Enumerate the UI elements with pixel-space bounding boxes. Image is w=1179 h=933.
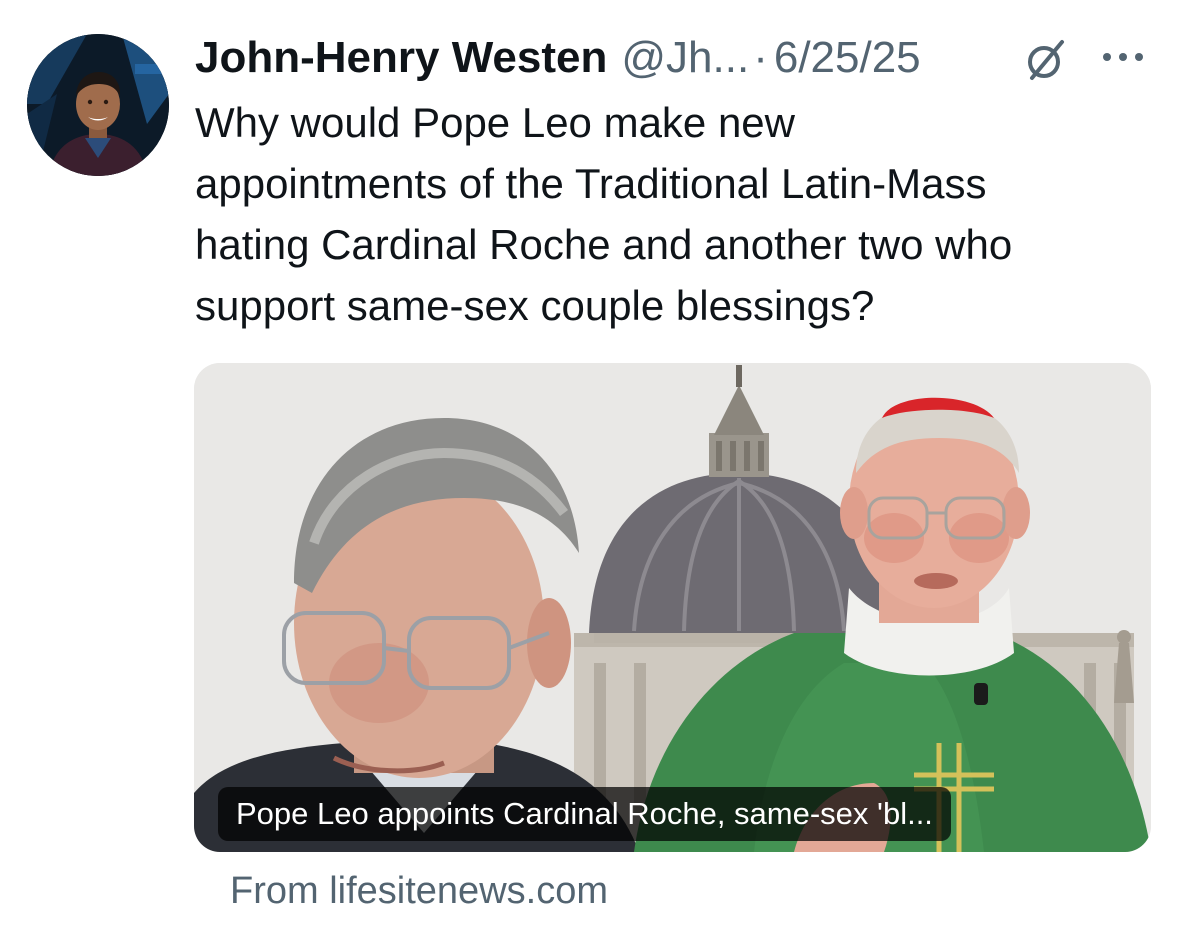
more-icon[interactable] [1100, 47, 1146, 67]
link-card[interactable]: Pope Leo appoints Cardinal Roche, same-s… [194, 363, 1151, 852]
timestamp[interactable]: 6/25/25 [774, 30, 921, 86]
tweet-text: Why would Pope Leo make new appointments… [195, 99, 1013, 329]
display-name[interactable]: John-Henry Westen [195, 30, 607, 86]
link-card-image [194, 363, 1151, 852]
avatar[interactable] [27, 34, 169, 176]
tweet-header: John-Henry Westen @Jh... · 6/25/25 [195, 30, 921, 86]
avatar-image [27, 34, 169, 176]
handle[interactable]: @Jh... [621, 30, 749, 86]
grok-icon[interactable] [1022, 36, 1070, 84]
separator: · [753, 33, 768, 82]
link-card-title[interactable]: Pope Leo appoints Cardinal Roche, same-s… [218, 787, 951, 841]
link-source[interactable]: From lifesitenews.com [230, 866, 608, 916]
tweet[interactable]: John-Henry Westen @Jh... · 6/25/25 Why w… [0, 0, 1179, 933]
